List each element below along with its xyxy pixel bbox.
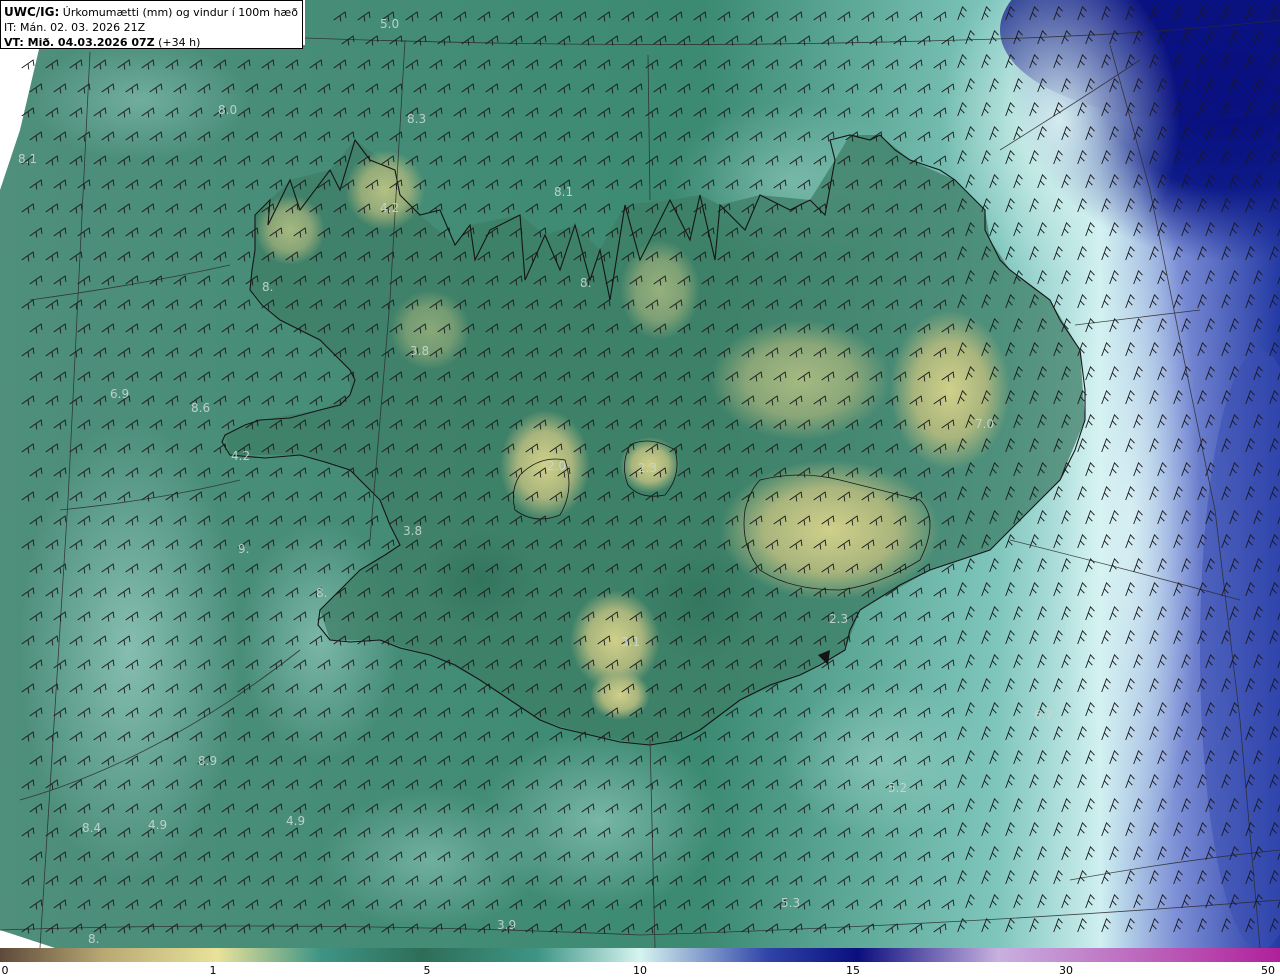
map-label: 8.1 xyxy=(18,152,37,166)
map-info-box: UWC/IG: Úrkomumætti (mm) og vindur í 100… xyxy=(0,0,303,49)
map-label: 9. xyxy=(238,542,249,556)
colorbar-tick: 5 xyxy=(423,964,431,977)
map-label: 8. xyxy=(316,586,327,600)
precipitation-wind-map: 5.0 8.0 8.3 8.1 8.1 4.2 8. 8. 3.8 8.6 4.… xyxy=(0,0,1280,948)
colorbar-tick: 30 xyxy=(1059,964,1073,977)
colorbar-strip xyxy=(0,948,1280,962)
colorbar-tick: 0 xyxy=(1,964,9,977)
colorbar-tick: 50 xyxy=(1261,964,1275,977)
wind-barb xyxy=(21,59,35,70)
map-label: 8.3 xyxy=(407,112,426,126)
map-label: 4.9 xyxy=(148,818,167,832)
map-label: 2.3 xyxy=(638,461,657,475)
map-label: 8. xyxy=(580,276,591,290)
map-label: 5.0 xyxy=(380,17,399,31)
map-label: 5.2 xyxy=(888,781,907,795)
lead-time: (+34 h) xyxy=(158,36,201,49)
map-label: 2.3 xyxy=(829,612,848,626)
map-label: 3.9 xyxy=(497,918,516,932)
map-label: 8. xyxy=(88,932,99,946)
map-label: 6.9 xyxy=(110,387,129,401)
map-label: 4.9 xyxy=(286,814,305,828)
init-time: IT: Mán. 02. 03. 2026 21Z xyxy=(4,21,146,34)
colorbar-tick: 10 xyxy=(633,964,647,977)
map-label: 8.0 xyxy=(218,103,237,117)
map-label: 3.1 xyxy=(621,635,640,649)
map-label: 8.6 xyxy=(191,401,210,415)
map-label: 5.3 xyxy=(781,896,800,910)
map-label: 7.0 xyxy=(975,417,994,431)
map-label: 8.1 xyxy=(554,185,573,199)
map-label: 2.0 xyxy=(547,459,566,473)
valid-time: VT: Mið. 04.03.2026 07Z xyxy=(4,36,155,49)
colorbar: 0 1 5 10 15 30 50 xyxy=(0,948,1280,978)
map-label: 3.8 xyxy=(410,344,429,358)
map-label: 3.8 xyxy=(403,524,422,538)
map-label: 6.7 xyxy=(1034,708,1053,722)
product-code: UWC/IG: xyxy=(4,5,60,19)
map-label: 8.4 xyxy=(82,821,101,835)
map-label: 8.9 xyxy=(198,754,217,768)
product-description: Úrkomumætti (mm) og vindur í 100m hæð xyxy=(62,6,298,19)
map-label: 8. xyxy=(262,280,273,294)
map-label: 4.2 xyxy=(380,201,399,215)
colorbar-tick: 1 xyxy=(209,964,217,977)
map-label: 4.2 xyxy=(231,449,250,463)
colorbar-tick: 15 xyxy=(846,964,860,977)
